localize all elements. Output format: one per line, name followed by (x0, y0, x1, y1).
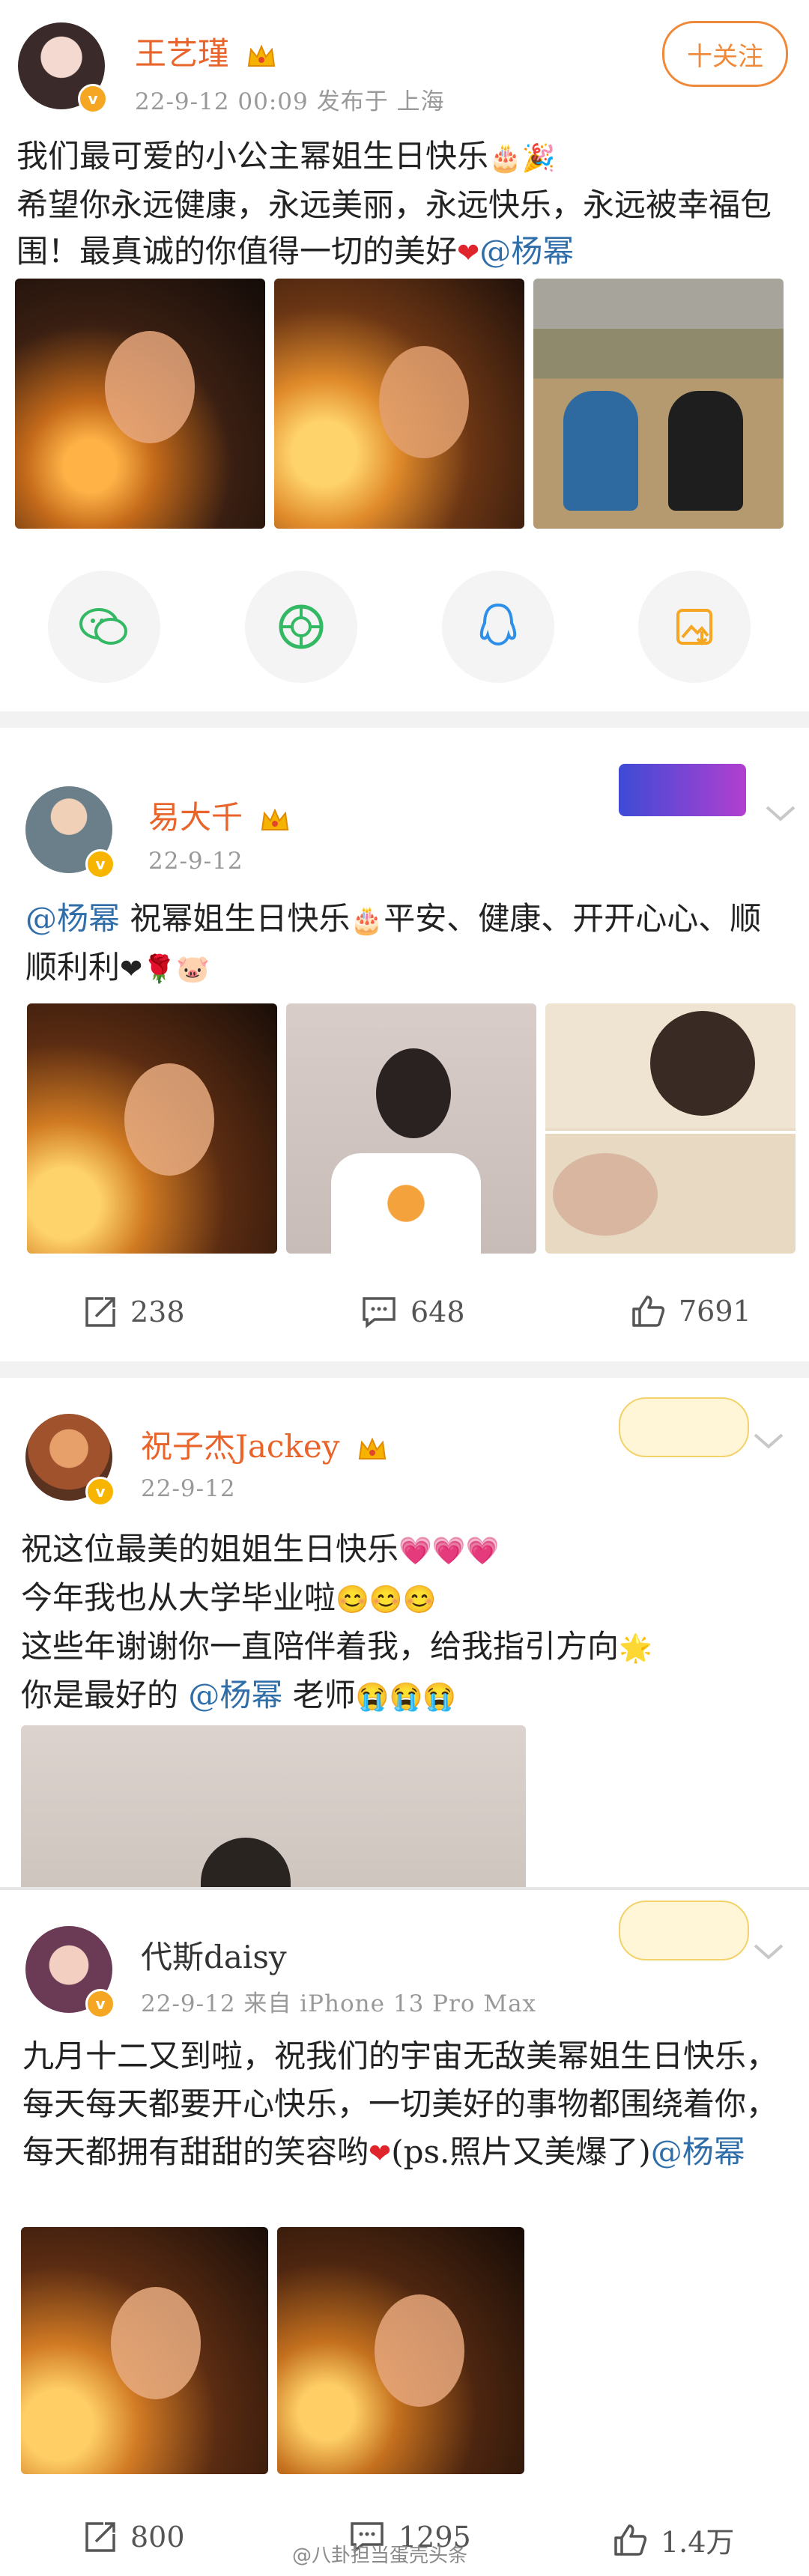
save-image-icon (676, 609, 712, 645)
thumbs-up-icon (632, 1295, 665, 1327)
crown-icon (358, 1437, 386, 1459)
post-photo[interactable] (15, 279, 265, 529)
post-photo[interactable] (21, 2227, 268, 2474)
mention-link[interactable]: @杨幂 (479, 233, 574, 270)
doraemon-emoji-icon: 😊😊😊 (336, 1585, 437, 1615)
post-text-line3: 这些年谢谢你一直陪伴着我，给我指引方向 (21, 1628, 619, 1665)
share-wechat-button[interactable] (48, 571, 160, 683)
post-text: 祝这位最美的姐姐生日快乐💗💗💗 今年我也从大学毕业啦😊😊😊 这些年谢谢你一直陪伴… (21, 1526, 788, 1721)
cake-emoji-icon: 🎂🎉 (488, 143, 556, 174)
heart-emoji-icon: ❤ (369, 2139, 392, 2169)
crown-icon (261, 808, 289, 830)
verified-badge-icon: v (85, 1477, 115, 1507)
post-text-line2: 希望你永远健康，永远美丽，永远快乐，永远被幸福包围！最真诚的你值得一切的美好 (16, 186, 772, 270)
watermark: @八卦担当蛋壳头条 (292, 2545, 468, 2567)
post-text: 九月十二又到啦，祝我们的宇宙无敌美幂姐生日快乐，每天每天都要开心快乐，一切美好的… (22, 2032, 788, 2178)
username-text: 易大千 (148, 799, 243, 836)
post-daisy: v 代斯daisy 22-9-12 来自 iPhone 13 Pro Max 九… (0, 1890, 809, 2576)
share-qq-button[interactable] (442, 571, 554, 683)
wechat-icon (79, 608, 127, 645)
repost-icon (85, 2522, 115, 2552)
post-meta: 22-9-12 来自 iPhone 13 Pro Max (141, 1990, 537, 2017)
chevron-down-icon[interactable] (752, 1942, 785, 1962)
post-text-line1: 我们最可爱的小公主幂姐生日快乐 (16, 138, 489, 174)
repost-button[interactable]: 800 (84, 2521, 185, 2554)
mention-link[interactable]: @杨幂 (25, 900, 120, 937)
moments-icon (279, 604, 324, 649)
post-meta: 22-9-12 (141, 1475, 236, 1502)
post-text: @杨幂 祝幂姐生日快乐🎂平安、健康、开开心心、顺顺利利❤🌹🐷 (25, 896, 788, 993)
heart-emoji-icon: 💗💗💗 (399, 1536, 500, 1567)
sun-emoji-icon: 🌟 (619, 1633, 652, 1664)
heart-rose-emoji-icon: ❤🌹🐷 (120, 954, 210, 985)
mention-link[interactable]: @杨幂 (188, 1677, 282, 1713)
repost-icon (85, 1297, 115, 1327)
verified-badge-icon: v (85, 849, 115, 879)
repost-count: 238 (130, 1295, 185, 1328)
post-photo[interactable] (533, 279, 784, 529)
username[interactable]: 祝子杰Jackey (141, 1421, 387, 1467)
chevron-down-icon[interactable] (752, 1432, 785, 1451)
post-text-tail: (ps.照片又美爆了) (391, 2133, 651, 2170)
event-badge-icon (619, 764, 746, 816)
post-zhuzijie: v 祝子杰Jackey 22-9-12 祝这位最美的姐姐生日快乐💗💗💗 今年我也… (0, 1387, 809, 1887)
post-photo[interactable] (274, 279, 524, 529)
username[interactable]: 王艺瑾 (135, 28, 276, 74)
post-photo[interactable] (21, 1725, 526, 1887)
comment-icon (363, 1297, 396, 1328)
post-text: 我们最可爱的小公主幂姐生日快乐🎂🎉 希望你永远健康，永远美丽，永远快乐，永远被幸… (16, 133, 788, 277)
vlog-badge-icon (619, 1901, 749, 1960)
post-wangyijin: v 王艺瑾 22-9-12 00:09 发布于 上海 十关注 我们最可爱的小公主… (0, 0, 809, 711)
repost-count: 800 (130, 2521, 185, 2554)
post-yidaqian: v 易大千 22-9-12 @杨幂 祝幂姐生日快乐🎂平安、健康、开开心心、顺顺利… (0, 756, 809, 1361)
follow-button[interactable]: 十关注 (662, 21, 788, 87)
comment-button[interactable]: 648 (361, 1295, 465, 1328)
chevron-down-icon[interactable] (764, 804, 797, 824)
crown-icon (248, 44, 276, 67)
post-meta: 22-9-12 00:09 发布于 上海 (135, 88, 445, 115)
like-count: 7691 (679, 1295, 751, 1328)
post-divider (0, 711, 809, 728)
repost-button[interactable]: 238 (84, 1295, 185, 1328)
post-text-line2: 今年我也从大学毕业啦 (21, 1579, 336, 1616)
cake-emoji-icon: 🎂 (350, 905, 384, 936)
verified-badge-icon: v (78, 84, 108, 114)
post-text-line4: 你是最好的 (21, 1677, 189, 1713)
crying-emoji-icon: 😭😭😭 (355, 1682, 457, 1713)
username[interactable]: 易大千 (148, 792, 290, 838)
save-image-button[interactable] (638, 571, 751, 683)
username-text: 祝子杰Jackey (141, 1428, 340, 1465)
comment-count: 648 (410, 1295, 465, 1328)
like-button[interactable]: 1.4万 (613, 2519, 734, 2560)
username-text: 代斯daisy (141, 1939, 287, 1975)
verified-badge-icon: v (85, 1989, 115, 2019)
post-text-line1: 祝幂姐生日快乐 (120, 900, 351, 937)
post-meta: 22-9-12 (148, 848, 243, 875)
vlog-badge-icon (619, 1397, 749, 1457)
post-photo[interactable] (286, 1003, 536, 1254)
share-moments-button[interactable] (245, 571, 357, 683)
post-divider (0, 1361, 809, 1378)
heart-emoji-icon: ❤ (457, 238, 480, 269)
username[interactable]: 代斯daisy (141, 1932, 287, 1978)
post-text-line1: 祝这位最美的姐姐生日快乐 (21, 1531, 399, 1567)
qq-icon (479, 603, 517, 646)
mention-link[interactable]: @杨幂 (651, 2133, 745, 2170)
post-photo[interactable] (277, 2227, 524, 2474)
like-count: 1.4万 (661, 2526, 735, 2559)
post-text-line4-suffix: 老师 (282, 1677, 356, 1713)
post-photo[interactable] (545, 1003, 796, 1254)
post-photo[interactable] (27, 1003, 277, 1254)
thumbs-up-icon (614, 2524, 647, 2556)
like-button[interactable]: 7691 (631, 1294, 751, 1328)
username-text: 王艺瑾 (135, 35, 230, 72)
